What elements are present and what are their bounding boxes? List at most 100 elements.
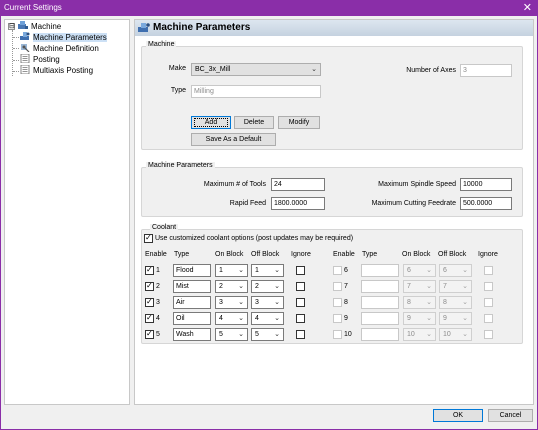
chevron-down-icon: ⌄: [426, 315, 432, 322]
type-label: Type: [170, 87, 186, 94]
coolant-ignore-checkbox[interactable]: [296, 266, 305, 275]
close-icon[interactable]: ✕: [523, 1, 532, 14]
pane-header: Machine Parameters: [135, 20, 533, 36]
tree-item-posting[interactable]: Posting: [20, 54, 60, 65]
checkmark-icon: ✓: [146, 281, 153, 290]
coolant-ignore-checkbox[interactable]: [296, 330, 305, 339]
coolant-enable-checkbox[interactable]: [333, 330, 342, 339]
coolant-enable-checkbox[interactable]: ✓: [145, 313, 154, 323]
modify-button[interactable]: Modify: [278, 116, 320, 129]
coolant-on-block-value: 9: [407, 315, 411, 322]
coolant-on-block-select[interactable]: 4 ⌄: [215, 312, 248, 325]
cancel-button[interactable]: Cancel: [488, 409, 533, 422]
tree-item-machine-parameters[interactable]: Machine Parameters: [20, 32, 107, 43]
coolant-type-field[interactable]: Oil: [173, 312, 211, 325]
tree-item-label: Posting: [33, 55, 60, 64]
add-button[interactable]: Add: [191, 116, 231, 129]
tree-item-machine-definition[interactable]: Machine Definition: [20, 43, 99, 54]
max-spindle-speed-label: Maximum Spindle Speed: [378, 181, 456, 188]
max-tools-field[interactable]: 24: [271, 178, 325, 191]
number-of-axes-field: 3: [460, 64, 512, 77]
coolant-on-block-select[interactable]: 1 ⌄: [215, 264, 248, 277]
chevron-down-icon: ⌄: [462, 299, 468, 306]
coolant-off-block-select[interactable]: 4 ⌄: [251, 312, 284, 325]
chevron-down-icon: ⌄: [238, 299, 244, 306]
collapse-icon[interactable]: ⊟: [8, 23, 15, 30]
checkmark-icon: ✓: [146, 297, 153, 306]
coolant-type-field[interactable]: Wash: [173, 328, 211, 341]
coolant-on-block-value: 5: [219, 331, 223, 338]
delete-button[interactable]: Delete: [234, 116, 274, 129]
make-select[interactable]: BC_3x_Mill ⌄: [191, 63, 321, 76]
max-cutting-feedrate-field[interactable]: 500.0000: [460, 197, 512, 210]
chevron-down-icon: ⌄: [238, 331, 244, 338]
chevron-down-icon: ⌄: [462, 283, 468, 290]
tree-item-multiaxis-posting[interactable]: Multiaxis Posting: [20, 65, 93, 76]
ok-button[interactable]: OK: [433, 409, 483, 422]
window-title: Current Settings: [4, 3, 62, 12]
coolant-type-field[interactable]: Flood: [173, 264, 211, 277]
coolant-off-block-select[interactable]: 1 ⌄: [251, 264, 284, 277]
coolant-off-block-value: 5: [255, 331, 259, 338]
coolant-on-block-select[interactable]: 3 ⌄: [215, 296, 248, 309]
tree-item-label: Machine Definition: [33, 44, 99, 53]
coolant-enable-checkbox[interactable]: [333, 282, 342, 291]
coolant-number: 1: [156, 267, 160, 274]
coolant-type-field[interactable]: Mist: [173, 280, 211, 293]
coolant-ignore-checkbox: [484, 282, 493, 291]
coolant-on-block-select: 10 ⌄: [403, 328, 436, 341]
chevron-down-icon: ⌄: [426, 299, 432, 306]
chevron-down-icon: ⌄: [274, 315, 280, 322]
coolant-off-block-value: 9: [443, 315, 447, 322]
max-tools-label: Maximum # of Tools: [203, 181, 266, 188]
coolant-type-field: [361, 264, 399, 277]
coolant-type-field[interactable]: Air: [173, 296, 211, 309]
coolant-ignore-checkbox[interactable]: [296, 282, 305, 291]
window-titlebar: Current Settings ✕: [0, 0, 538, 16]
coolant-off-block-select[interactable]: 2 ⌄: [251, 280, 284, 293]
rapid-feed-field[interactable]: 1800.0000: [271, 197, 325, 210]
coolant-enable-checkbox[interactable]: ✓: [145, 281, 154, 291]
coolant-off-block-value: 4: [255, 315, 259, 322]
coolant-enable-checkbox[interactable]: [333, 314, 342, 323]
coolant-off-block-select[interactable]: 3 ⌄: [251, 296, 284, 309]
col-header-ignore: Ignore: [291, 251, 311, 258]
chevron-down-icon: ⌄: [274, 331, 280, 338]
coolant-ignore-checkbox[interactable]: [296, 298, 305, 307]
col-header-off-block: Off Block: [438, 251, 467, 258]
coolant-on-block-select[interactable]: 5 ⌄: [215, 328, 248, 341]
machine-parameters-group-title: Machine Parameters: [146, 162, 215, 169]
chevron-down-icon: ⌄: [462, 315, 468, 322]
checkmark-icon: ✓: [146, 265, 153, 274]
coolant-off-block-select[interactable]: 5 ⌄: [251, 328, 284, 341]
settings-tree[interactable]: ⊟ Machine Machine Parameters Machine Def…: [4, 19, 130, 405]
coolant-enable-checkbox[interactable]: [333, 266, 342, 275]
save-as-default-button[interactable]: Save As a Default: [191, 133, 276, 146]
machine-definition-icon: [21, 44, 30, 52]
col-header-enable: Enable: [333, 251, 355, 258]
col-header-type: Type: [362, 251, 378, 258]
coolant-ignore-checkbox[interactable]: [296, 314, 305, 323]
tree-item-machine[interactable]: Machine: [18, 21, 61, 32]
coolant-off-block-value: 8: [443, 299, 447, 306]
checkmark-icon: ✓: [146, 329, 153, 338]
coolant-type-field: [361, 328, 399, 341]
coolant-enable-checkbox[interactable]: ✓: [145, 297, 154, 307]
chevron-down-icon: ⌄: [238, 267, 244, 274]
tree-item-label: Machine: [31, 22, 62, 31]
coolant-on-block-value: 8: [407, 299, 411, 306]
coolant-on-block-select[interactable]: 2 ⌄: [215, 280, 248, 293]
coolant-off-block-value: 2: [255, 283, 259, 290]
max-spindle-speed-field[interactable]: 10000: [460, 178, 512, 191]
customize-coolant-checkbox[interactable]: ✓: [144, 233, 153, 243]
coolant-number: 8: [344, 299, 348, 306]
coolant-enable-checkbox[interactable]: ✓: [145, 265, 154, 275]
coolant-on-block-value: 7: [407, 283, 411, 290]
chevron-down-icon: ⌄: [238, 315, 244, 322]
checkmark-icon: ✓: [145, 233, 152, 242]
coolant-group-title: Coolant: [150, 224, 179, 231]
coolant-enable-checkbox[interactable]: [333, 298, 342, 307]
coolant-enable-checkbox[interactable]: ✓: [145, 329, 154, 339]
col-header-enable: Enable: [145, 251, 167, 258]
coolant-on-block-value: 2: [219, 283, 223, 290]
